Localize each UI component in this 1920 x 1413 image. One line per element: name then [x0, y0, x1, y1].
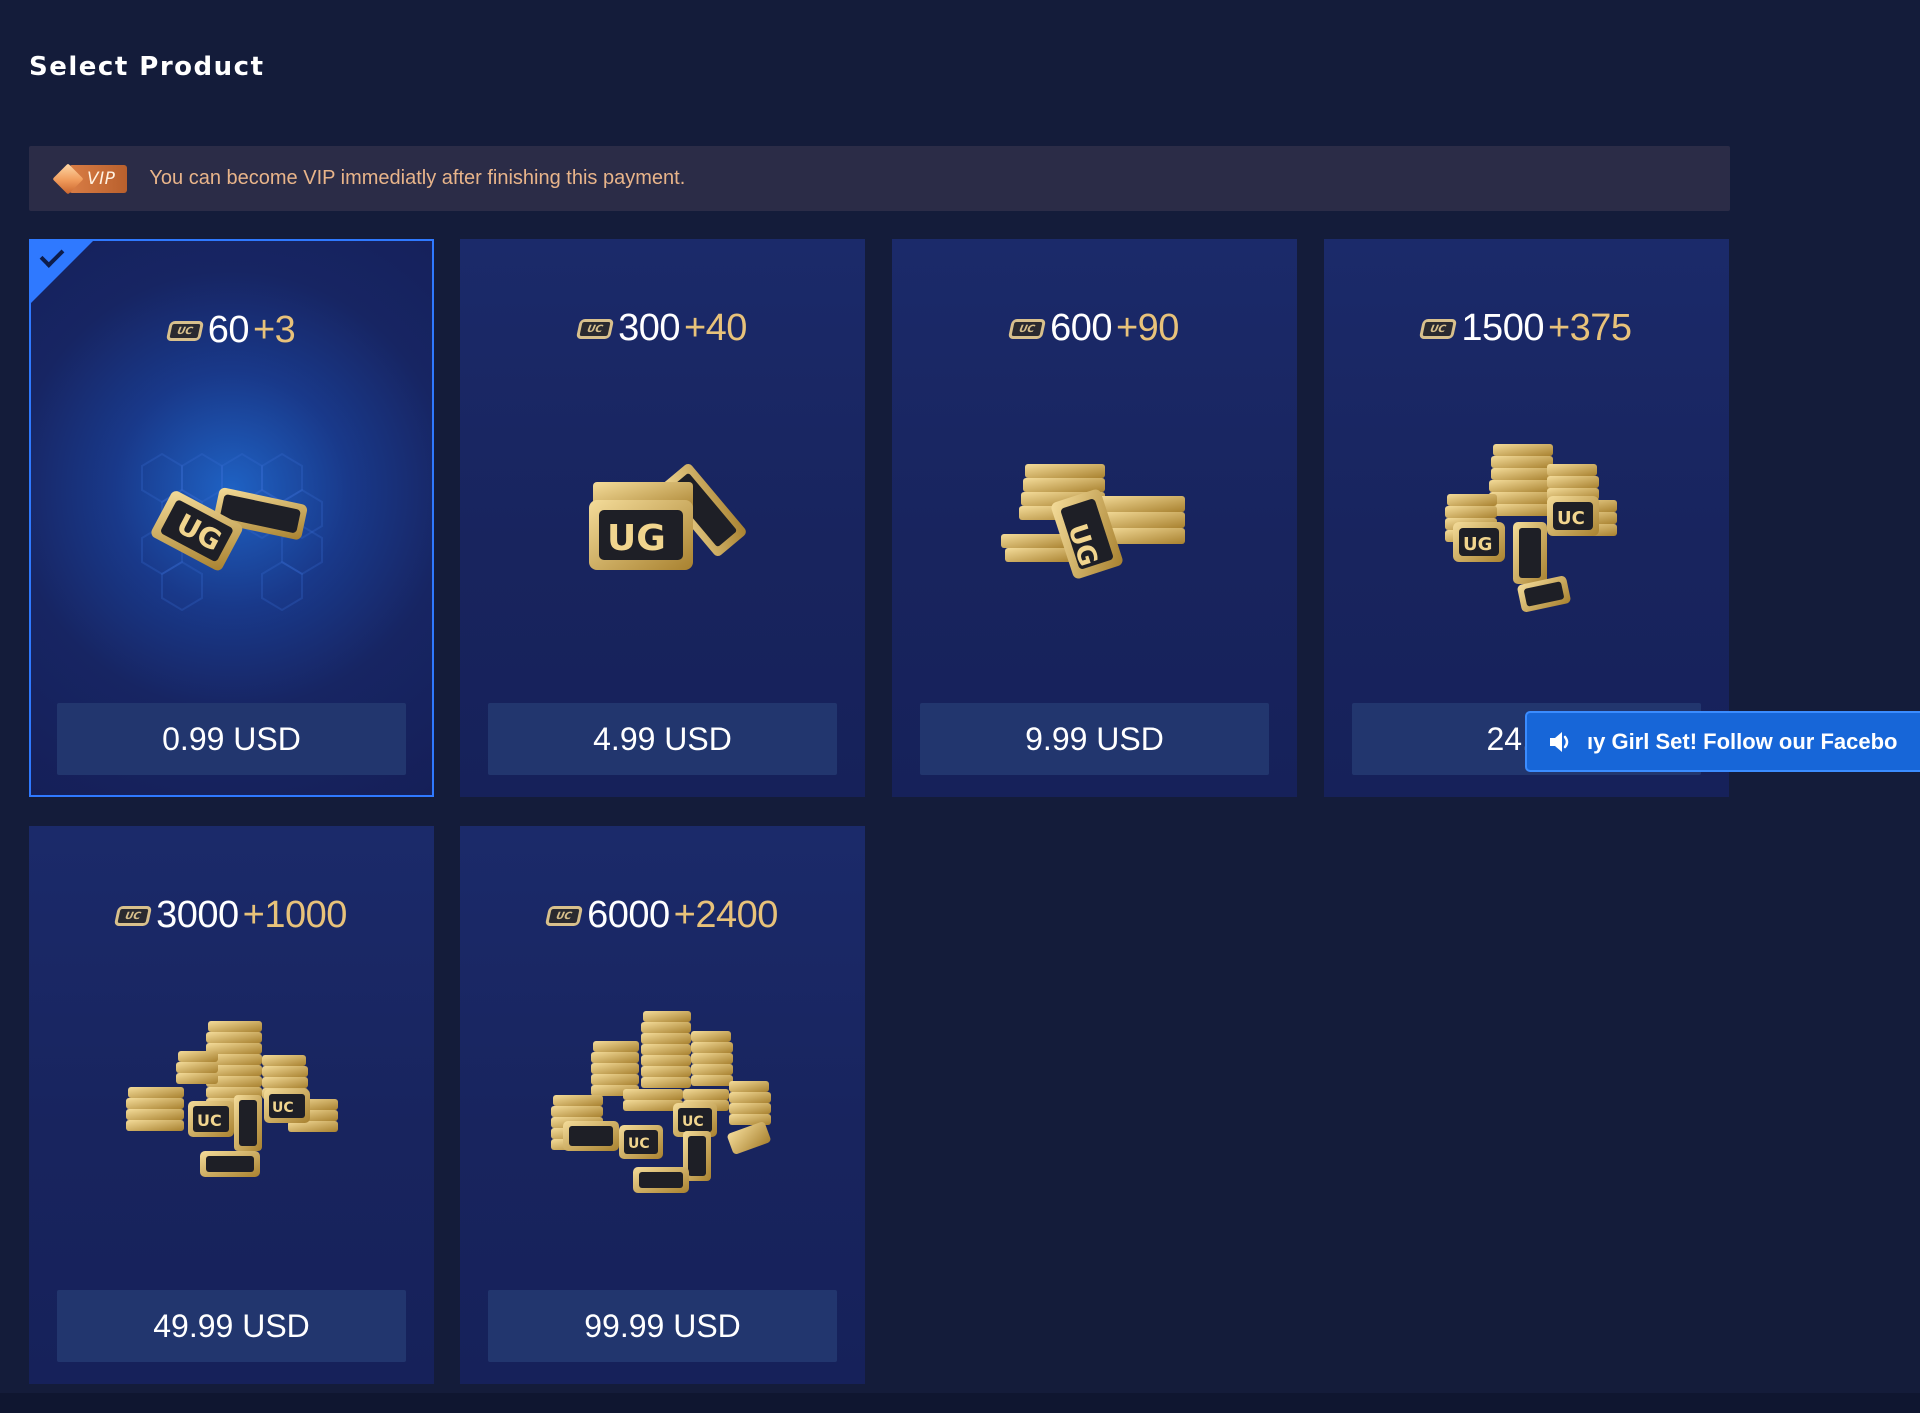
amount-bonus: +90: [1115, 307, 1179, 349]
uc-coins-illustration: UC UC: [29, 991, 434, 1321]
product-amount: UC 600 +90: [892, 307, 1297, 350]
uc-currency-icon: UC: [113, 905, 153, 926]
amount-bonus: +1000: [242, 894, 348, 936]
amount-base: 600: [1050, 307, 1112, 349]
uc-coins-illustration: UG: [460, 404, 865, 734]
uc-currency-icon: UC: [1419, 318, 1458, 339]
product-card-60[interactable]: UC 60 +3 UG 0.99 USD: [29, 239, 434, 797]
page-bottom-bar: [0, 1393, 1920, 1413]
amount-bonus: +2400: [673, 894, 779, 936]
product-amount: UC 60 +3: [31, 309, 432, 352]
amount-bonus: +40: [683, 307, 747, 349]
uc-currency-icon: UC: [165, 320, 204, 341]
amount-base: 300: [618, 307, 680, 349]
price-button[interactable]: 0.99 USD: [57, 703, 406, 775]
svg-text:UG: UG: [1463, 534, 1492, 555]
uc-currency-icon: UC: [1007, 318, 1047, 339]
svg-text:UG: UG: [607, 518, 666, 559]
product-card-300[interactable]: UC 300 +40 UG 4.99 USD: [460, 239, 865, 797]
product-amount: UC 3000 +1000: [29, 894, 434, 937]
product-card-600[interactable]: UC 600 +90 UG 9.99 USD: [892, 239, 1297, 797]
product-amount: UC 6000 +2400: [460, 894, 865, 937]
svg-text:UC: UC: [272, 1100, 294, 1116]
amount-bonus: +3: [252, 309, 296, 351]
page-title: Select Product: [29, 52, 265, 82]
speaker-icon: [1547, 729, 1573, 755]
toast-message: ıy Girl Set! Follow our Facebo: [1587, 728, 1898, 754]
amount-base: 1500: [1461, 307, 1544, 349]
price-button[interactable]: 4.99 USD: [488, 703, 837, 775]
price-button[interactable]: 99.99 USD: [488, 1290, 837, 1362]
amount-base: 3000: [156, 894, 239, 936]
uc-currency-icon: UC: [544, 905, 584, 926]
svg-text:UC: UC: [682, 1114, 704, 1130]
vip-banner: VIP You can become VIP immediatly after …: [29, 146, 1730, 211]
product-amount: UC 300 +40: [460, 307, 865, 350]
amount-base: 60: [207, 309, 250, 351]
price-button[interactable]: 9.99 USD: [920, 703, 1269, 775]
uc-coins-illustration: UG: [892, 404, 1297, 734]
product-card-6000[interactable]: UC 6000 +2400 UC UC 99.99 USD: [460, 826, 865, 1384]
vip-message: You can become VIP immediatly after fini…: [149, 167, 686, 189]
svg-text:UC: UC: [628, 1136, 650, 1152]
svg-text:UC: UC: [197, 1111, 222, 1130]
svg-text:UC: UC: [1557, 508, 1585, 529]
uc-coins-illustration: UG UC: [1324, 404, 1729, 734]
product-card-3000[interactable]: UC 3000 +1000 UC UC 49.99 USD: [29, 826, 434, 1384]
amount-base: 6000: [587, 894, 670, 936]
price-button[interactable]: 49.99 USD: [57, 1290, 406, 1362]
uc-coins-illustration: UC UC: [460, 991, 865, 1321]
amount-bonus: +375: [1547, 307, 1632, 349]
product-amount: UC 1500 +375: [1324, 307, 1729, 350]
vip-badge: VIP: [52, 162, 128, 195]
uc-coins-illustration: UG: [31, 406, 432, 736]
uc-currency-icon: UC: [575, 318, 615, 339]
notification-toast[interactable]: ıy Girl Set! Follow our Facebo: [1525, 711, 1920, 772]
